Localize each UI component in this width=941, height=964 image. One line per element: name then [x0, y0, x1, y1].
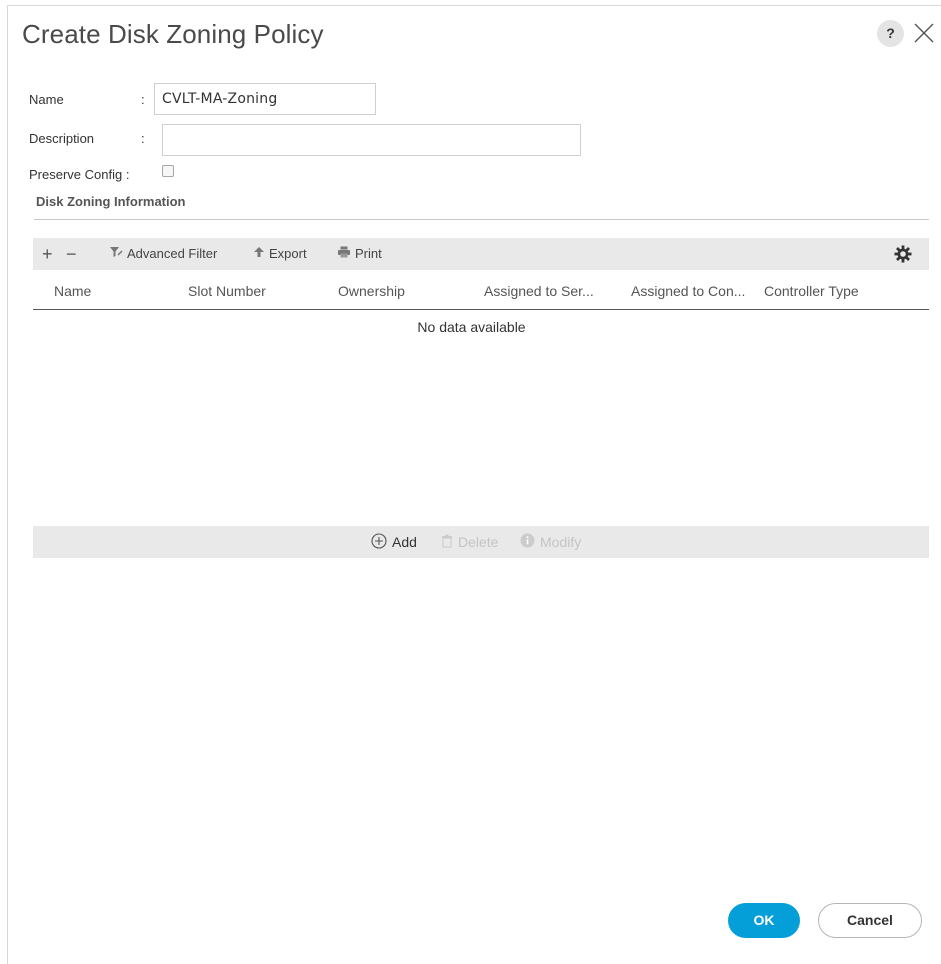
table-action-bar: Add Delete Modify: [33, 526, 929, 558]
section-divider: [34, 219, 929, 220]
dialog-title: Create Disk Zoning Policy: [22, 19, 324, 49]
add-button[interactable]: Add: [371, 526, 417, 558]
column-header-name[interactable]: Name: [54, 283, 91, 299]
add-row-icon[interactable]: +: [42, 238, 53, 270]
name-label: Name: [29, 92, 64, 107]
info-icon: [520, 533, 535, 551]
trash-icon: [441, 534, 453, 551]
print-button[interactable]: Print: [337, 238, 382, 270]
create-disk-zoning-policy-dialog: Create Disk Zoning Policy ? Name : CVLT-…: [7, 5, 941, 964]
filter-icon: [109, 238, 123, 270]
print-label: Print: [355, 246, 382, 261]
empty-table-message: No data available: [417, 319, 526, 335]
name-input[interactable]: CVLT-MA-Zoning: [154, 83, 376, 115]
add-label: Add: [392, 534, 417, 550]
description-input[interactable]: [162, 124, 581, 156]
printer-icon: [337, 238, 351, 270]
section-title: Disk Zoning Information: [36, 194, 186, 209]
cancel-button[interactable]: Cancel: [818, 903, 922, 938]
column-header-assigned-to-server[interactable]: Assigned to Ser...: [484, 283, 594, 299]
delete-button[interactable]: Delete: [441, 526, 498, 558]
export-button[interactable]: Export: [253, 238, 307, 270]
column-header-ownership[interactable]: Ownership: [338, 283, 405, 299]
description-label: Description: [29, 131, 95, 146]
preserve-config-label: Preserve Config :: [29, 167, 130, 182]
table-toolbar: + − Advanced Filter Export Print: [33, 238, 929, 270]
modify-button[interactable]: Modify: [520, 526, 581, 558]
plus-circle-icon: [371, 532, 387, 552]
name-colon: :: [141, 92, 145, 107]
help-icon[interactable]: ?: [877, 20, 904, 47]
delete-label: Delete: [458, 534, 499, 550]
description-colon: :: [141, 131, 145, 146]
remove-row-icon[interactable]: −: [66, 238, 77, 270]
column-header-controller-type[interactable]: Controller Type: [764, 283, 859, 299]
advanced-filter-label: Advanced Filter: [127, 246, 218, 261]
ok-button[interactable]: OK: [728, 903, 800, 938]
close-icon[interactable]: [910, 19, 938, 47]
arrow-up-icon: [253, 238, 265, 270]
modify-label: Modify: [540, 534, 582, 550]
table-header: Name Slot Number Ownership Assigned to S…: [33, 270, 929, 310]
export-label: Export: [269, 246, 307, 261]
column-header-slot-number[interactable]: Slot Number: [188, 283, 266, 299]
gear-icon[interactable]: [893, 244, 913, 264]
advanced-filter-button[interactable]: Advanced Filter: [109, 238, 217, 270]
preserve-config-checkbox[interactable]: [162, 165, 174, 177]
column-header-assigned-to-controller[interactable]: Assigned to Con...: [631, 283, 745, 299]
